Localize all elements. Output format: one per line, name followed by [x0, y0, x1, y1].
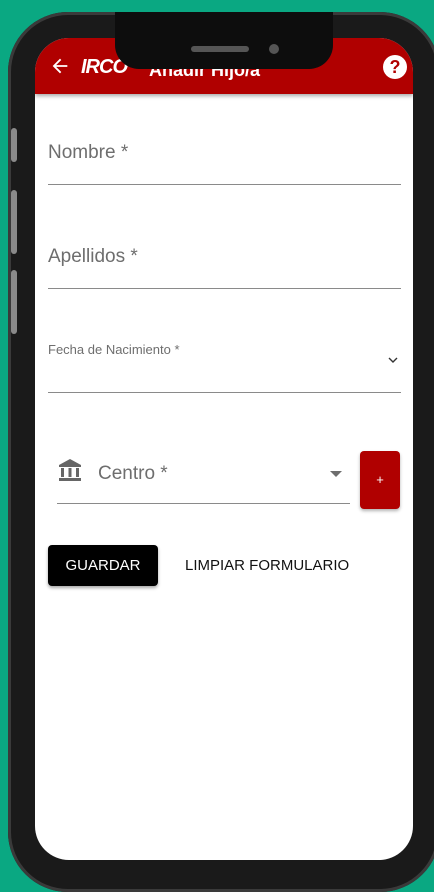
phone-volume-up-button: [11, 190, 17, 254]
fecha-nacimiento-field[interactable]: Fecha de Nacimiento *: [48, 334, 401, 393]
dropdown-caret-icon[interactable]: [330, 471, 342, 477]
help-icon[interactable]: ?: [383, 55, 407, 79]
add-centro-button[interactable]: +: [360, 451, 400, 509]
apellidos-placeholder: Apellidos *: [48, 246, 138, 267]
clear-form-button[interactable]: LIMPIAR FORMULARIO: [185, 545, 349, 586]
save-button[interactable]: GUARDAR: [48, 545, 158, 586]
fecha-nacimiento-label: Fecha de Nacimiento *: [48, 342, 180, 357]
phone-side-button: [11, 128, 17, 162]
nombre-field[interactable]: Nombre *: [48, 130, 401, 185]
apellidos-field[interactable]: Apellidos *: [48, 234, 401, 289]
centro-placeholder: Centro *: [98, 463, 168, 484]
nombre-placeholder: Nombre *: [48, 142, 129, 163]
bank-icon: [59, 459, 81, 481]
phone-volume-down-button: [11, 270, 17, 334]
phone-notch: [115, 12, 333, 69]
speaker-grille: [191, 46, 249, 52]
app-screen: IRCO Añadir Hijo/a ? Nombre * Apellidos …: [35, 38, 413, 860]
centro-select[interactable]: Centro *: [57, 449, 350, 504]
chevron-down-icon[interactable]: [387, 354, 399, 366]
front-camera: [269, 44, 279, 54]
back-arrow-icon[interactable]: [49, 55, 71, 77]
